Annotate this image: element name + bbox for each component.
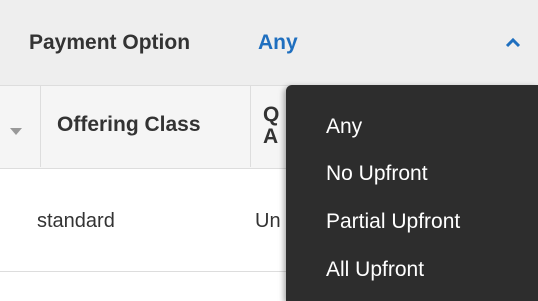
cell-offering-class: standard — [37, 210, 115, 232]
payment-option-dropdown: Any No Upfront Partial Upfront All Upfro… — [286, 85, 538, 301]
filter-label: Payment Option — [29, 31, 191, 54]
chevron-up-icon[interactable] — [504, 36, 522, 50]
column-divider[interactable] — [250, 86, 251, 167]
sort-down-icon[interactable] — [10, 128, 22, 136]
payment-option-filter[interactable]: Payment Option Any — [0, 0, 538, 85]
dropdown-option-any[interactable]: Any — [326, 115, 362, 139]
dropdown-option-partial-upfront[interactable]: Partial Upfront — [326, 210, 460, 234]
dropdown-option-no-upfront[interactable]: No Upfront — [326, 162, 428, 186]
column-divider[interactable] — [40, 86, 41, 167]
filter-value[interactable]: Any — [258, 31, 298, 55]
cell-col2: Un — [255, 210, 281, 232]
dropdown-option-all-upfront[interactable]: All Upfront — [326, 258, 424, 282]
column-header-offering-class[interactable]: Offering Class — [57, 113, 201, 137]
